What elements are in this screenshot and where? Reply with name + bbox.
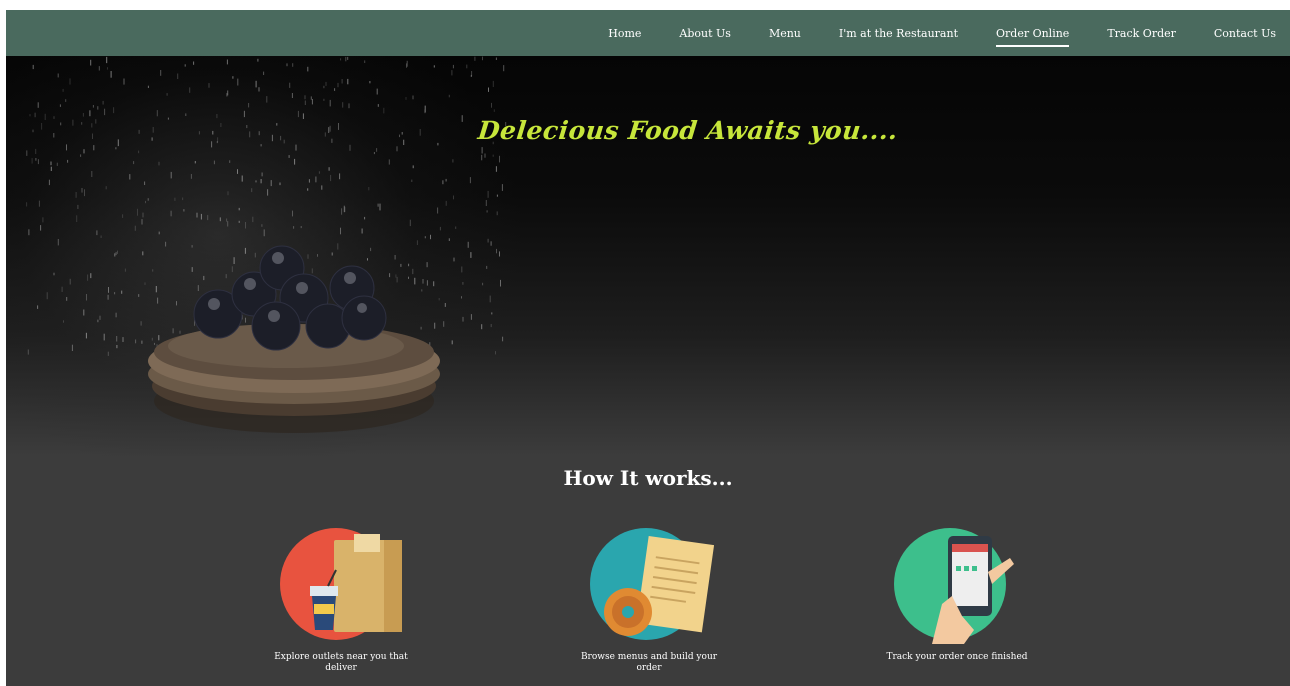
menu-document-icon — [590, 528, 714, 640]
nav-about-us[interactable]: About Us — [679, 21, 731, 46]
nav-track-order[interactable]: Track Order — [1107, 21, 1176, 46]
step-track: Track your order once finished — [862, 526, 1052, 663]
page-frame: Home About Us Menu I'm at the Restaurant… — [6, 10, 1290, 686]
hero-banner: Delecious Food Awaits you.... — [6, 56, 1290, 456]
how-it-works-heading: How It works... — [563, 466, 733, 490]
step-track-caption: Track your order once finished — [886, 652, 1028, 662]
nav-menu[interactable]: Menu — [769, 21, 801, 46]
nav-at-restaurant[interactable]: I'm at the Restaurant — [839, 21, 958, 46]
top-navbar: Home About Us Menu I'm at the Restaurant… — [6, 10, 1290, 56]
step-browse: Browse menus and build your order — [554, 526, 744, 674]
hero-title: Delecious Food Awaits you.... — [476, 116, 900, 145]
step-explore: Explore outlets near you that deliver — [246, 526, 436, 674]
nav-order-online[interactable]: Order Online — [996, 21, 1070, 47]
step-browse-caption: Browse menus and build your order — [580, 652, 718, 673]
phone-tracking-icon — [894, 528, 1014, 644]
step-explore-caption: Explore outlets near you that deliver — [274, 652, 408, 673]
nav-contact-us[interactable]: Contact Us — [1214, 21, 1276, 46]
nav-home[interactable]: Home — [608, 21, 641, 46]
shopping-bag-icon — [280, 528, 402, 640]
